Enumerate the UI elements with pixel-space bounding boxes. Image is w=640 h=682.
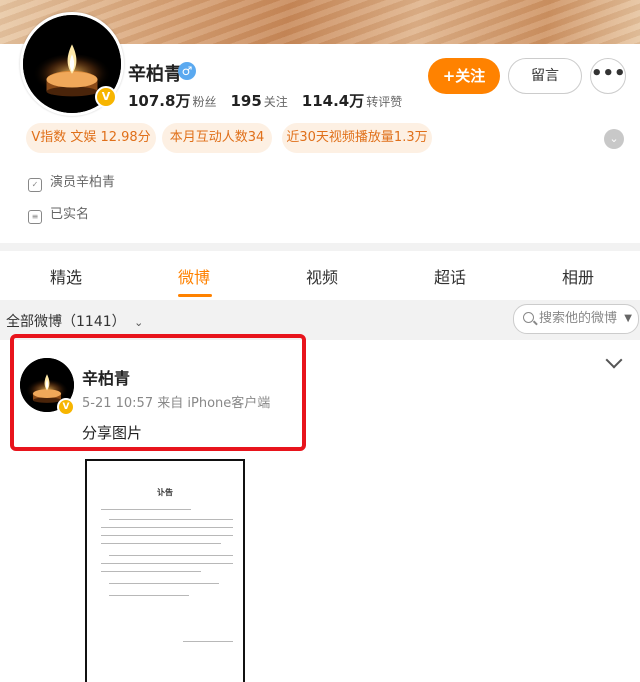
- section-divider: [0, 243, 640, 251]
- plus-icon: +: [442, 67, 456, 85]
- tab-videos[interactable]: 视频: [306, 264, 338, 288]
- tab-featured[interactable]: 精选: [50, 264, 82, 288]
- tab-albums[interactable]: 相册: [562, 264, 594, 288]
- post-menu-chevron-icon[interactable]: [605, 351, 623, 369]
- male-icon: ♂: [178, 62, 196, 80]
- image-text-line: [101, 535, 233, 536]
- image-text-line: [109, 583, 219, 584]
- chevron-down-icon: ⌄: [134, 316, 144, 329]
- expand-chevron-icon[interactable]: ⌄: [604, 129, 624, 149]
- tag-video-plays[interactable]: 近30天视频播放量1.3万: [282, 123, 432, 153]
- image-text-line: [183, 641, 233, 642]
- occupation-text: 演员辛柏青: [50, 175, 116, 190]
- follow-button[interactable]: +关注: [428, 58, 500, 94]
- tag-v-index[interactable]: V指数 文娱 12.98分: [26, 123, 156, 153]
- image-text-line: [101, 527, 233, 528]
- image-text-line: [109, 595, 189, 596]
- search-dropdown-icon[interactable]: ▼: [624, 305, 632, 333]
- verified-text: 已实名: [50, 207, 90, 222]
- image-text-line: [101, 509, 191, 510]
- post-image[interactable]: 讣告: [85, 459, 245, 682]
- tag-monthly-interactions[interactable]: 本月互动人数34: [162, 123, 272, 153]
- following-count[interactable]: 195: [230, 92, 261, 110]
- occupation-info: ✓ 演员辛柏青: [28, 171, 115, 192]
- id-card-icon: ≡: [28, 210, 42, 224]
- verified-info: ≡ 已实名: [28, 203, 89, 224]
- image-title: 讣告: [157, 488, 173, 497]
- follow-button-label: 关注: [455, 67, 486, 85]
- search-placeholder: 搜索他的微博: [539, 311, 618, 326]
- followers-label[interactable]: 粉丝: [192, 95, 216, 109]
- profile-stats: 107.8万 粉丝 195 关注 114.4万 转评赞: [128, 90, 416, 111]
- image-text-line: [109, 519, 233, 520]
- image-text-line: [101, 563, 233, 564]
- verified-badge-icon: V: [95, 86, 117, 108]
- reposts-count: 114.4万: [301, 92, 365, 110]
- message-button[interactable]: 留言: [508, 58, 582, 94]
- active-tab-indicator: [178, 294, 212, 297]
- image-text-line: [101, 571, 201, 572]
- search-input[interactable]: 搜索他的微博 ▼: [513, 304, 639, 334]
- more-options-button[interactable]: •••: [590, 58, 626, 94]
- post-filter-label: 全部微博（1141）: [6, 314, 126, 330]
- tab-weibo[interactable]: 微博: [178, 264, 210, 288]
- reposts-label: 转评赞: [366, 95, 403, 109]
- post-filter-dropdown[interactable]: 全部微博（1141） ⌄: [6, 311, 143, 331]
- followers-count[interactable]: 107.8万: [128, 92, 190, 110]
- shield-icon: ✓: [28, 178, 42, 192]
- image-text-line: [109, 555, 233, 556]
- search-icon: [523, 312, 534, 323]
- following-label[interactable]: 关注: [264, 95, 288, 109]
- image-text-line: [101, 543, 221, 544]
- profile-name: 辛柏青: [128, 64, 182, 85]
- tab-super-topics[interactable]: 超话: [434, 264, 466, 288]
- highlight-box: [10, 334, 306, 451]
